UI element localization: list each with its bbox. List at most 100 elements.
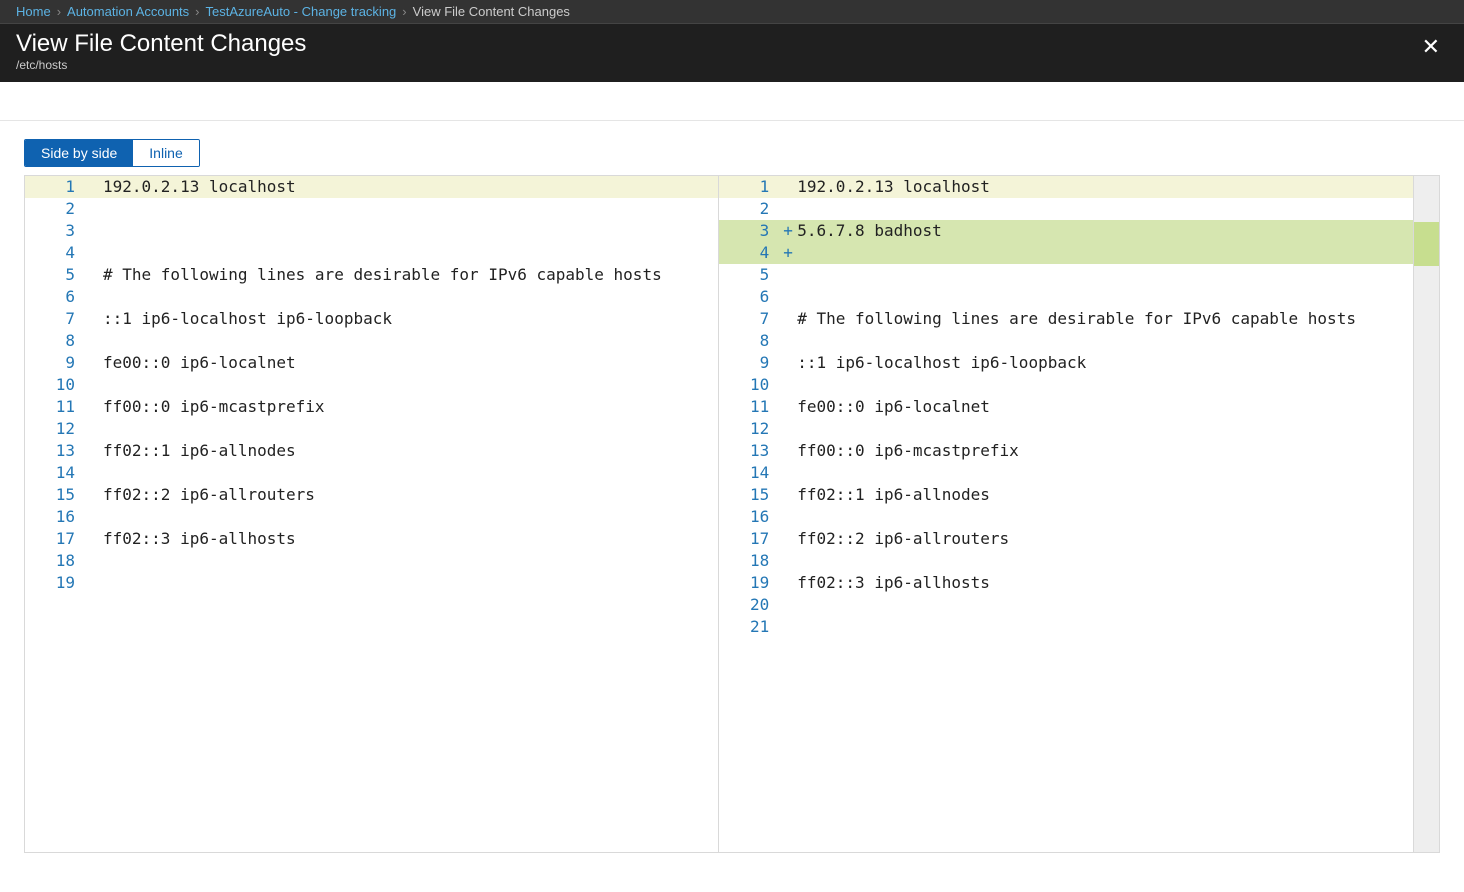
line-content: ff00::0 ip6-mcastprefix xyxy=(103,396,718,418)
breadcrumb-sep-icon: › xyxy=(195,4,199,19)
page-title: View File Content Changes xyxy=(16,30,306,58)
title-bar: View File Content Changes /etc/hosts ✕ xyxy=(0,24,1464,82)
diff-line: 2 xyxy=(719,198,1412,220)
diff-line: 1 192.0.2.13 localhost xyxy=(719,176,1412,198)
diff-line: 13 ff02::1 ip6-allnodes xyxy=(25,440,718,462)
diff-line: 11 fe00::0 ip6-localnet xyxy=(719,396,1412,418)
breadcrumb-resource[interactable]: TestAzureAuto - Change tracking xyxy=(206,4,397,19)
line-number: 19 xyxy=(25,572,89,594)
diff-line: 10 xyxy=(25,374,718,396)
diff-line: 4+ xyxy=(719,242,1412,264)
diff-line: 7 # The following lines are desirable for… xyxy=(719,308,1412,330)
line-number: 8 xyxy=(719,330,783,352)
line-content: ff02::2 ip6-allrouters xyxy=(797,528,1412,550)
diff-line: 5 # The following lines are desirable for… xyxy=(25,264,718,286)
line-content: ::1 ip6-localhost ip6-loopback xyxy=(797,352,1412,374)
diff-line: 8 xyxy=(25,330,718,352)
line-number: 3 xyxy=(25,220,89,242)
diff-line: 21 xyxy=(719,616,1412,638)
line-number: 9 xyxy=(719,352,783,374)
overview-change-mark xyxy=(1414,222,1440,266)
line-content: 192.0.2.13 localhost xyxy=(103,176,718,198)
diff-line: 9::1 ip6-localhost ip6-loopback xyxy=(719,352,1412,374)
diff-line: 20 xyxy=(719,594,1412,616)
line-number: 9 xyxy=(25,352,89,374)
line-content: ff02::1 ip6-allnodes xyxy=(797,484,1412,506)
diff-line: 6 xyxy=(719,286,1412,308)
diff-line: 4 xyxy=(25,242,718,264)
diff-line: 18 xyxy=(719,550,1412,572)
line-content: 192.0.2.13 localhost xyxy=(797,176,1412,198)
diff-line: 12 xyxy=(25,418,718,440)
tab-inline[interactable]: Inline xyxy=(133,140,198,166)
line-number: 10 xyxy=(719,374,783,396)
diff-line: 13 ff00::0 ip6-mcastprefix xyxy=(719,440,1412,462)
line-number: 16 xyxy=(25,506,89,528)
line-content: fe00::0 ip6-localnet xyxy=(797,396,1412,418)
line-number: 11 xyxy=(25,396,89,418)
diff-line: 17ff02::3 ip6-allhosts xyxy=(25,528,718,550)
diff-line: 3+5.6.7.8 badhost xyxy=(719,220,1412,242)
line-number: 13 xyxy=(719,440,783,462)
line-number: 13 xyxy=(25,440,89,462)
line-number: 15 xyxy=(719,484,783,506)
line-number: 14 xyxy=(25,462,89,484)
line-number: 17 xyxy=(25,528,89,550)
line-content: ff02::3 ip6-allhosts xyxy=(797,572,1412,594)
line-content: # The following lines are desirable for … xyxy=(797,308,1412,330)
line-number: 16 xyxy=(719,506,783,528)
line-content: ff02::1 ip6-allnodes xyxy=(103,440,718,462)
view-switch: Side by side Inline xyxy=(24,139,200,167)
line-number: 14 xyxy=(719,462,783,484)
diff-line: 15ff02::2 ip6-allrouters xyxy=(25,484,718,506)
line-number: 10 xyxy=(25,374,89,396)
line-number: 2 xyxy=(25,198,89,220)
breadcrumb-automation[interactable]: Automation Accounts xyxy=(67,4,189,19)
line-number: 18 xyxy=(719,550,783,572)
line-number: 4 xyxy=(25,242,89,264)
diff-viewer: 1192.0.2.13 localhost2345# The following… xyxy=(24,175,1440,853)
diff-line: 2 xyxy=(25,198,718,220)
diff-line: 7::1 ip6-localhost ip6-loopback xyxy=(25,308,718,330)
change-marker: + xyxy=(783,242,797,264)
line-content: # The following lines are desirable for … xyxy=(103,264,718,286)
line-content: fe00::0 ip6-localnet xyxy=(103,352,718,374)
line-number: 12 xyxy=(719,418,783,440)
tab-side-by-side[interactable]: Side by side xyxy=(25,140,133,166)
overview-ruler[interactable] xyxy=(1413,176,1440,852)
diff-line: 5 xyxy=(719,264,1412,286)
breadcrumb-current: View File Content Changes xyxy=(413,4,570,19)
line-number: 11 xyxy=(719,396,783,418)
header-area: Home › Automation Accounts › TestAzureAu… xyxy=(0,0,1464,82)
diff-line: 1 192.0.2.13 localhost xyxy=(25,176,718,198)
line-number: 2 xyxy=(719,198,783,220)
line-number: 21 xyxy=(719,616,783,638)
diff-pane-modified[interactable]: 1 192.0.2.13 localhost 23+5.6.7.8 badhost4… xyxy=(719,176,1412,852)
diff-line: 15 ff02::1 ip6-allnodes xyxy=(719,484,1412,506)
diff-line: 9 fe00::0 ip6-localnet xyxy=(25,352,718,374)
change-marker: + xyxy=(783,220,797,242)
line-number: 1 xyxy=(719,176,783,198)
diff-line: 10 xyxy=(719,374,1412,396)
line-number: 5 xyxy=(25,264,89,286)
line-number: 19 xyxy=(719,572,783,594)
line-number: 18 xyxy=(25,550,89,572)
diff-line: 3 xyxy=(25,220,718,242)
line-number: 7 xyxy=(25,308,89,330)
line-content: 5.6.7.8 badhost xyxy=(797,220,1412,242)
diff-line: 18 xyxy=(25,550,718,572)
diff-line: 19 xyxy=(25,572,718,594)
line-number: 4 xyxy=(719,242,783,264)
diff-line: 14 xyxy=(719,462,1412,484)
line-number: 1 xyxy=(25,176,89,198)
diff-pane-original[interactable]: 1 192.0.2.13 localhost 2345 # The following… xyxy=(25,176,719,852)
close-icon[interactable]: ✕ xyxy=(1414,30,1448,64)
diff-line: 6 xyxy=(25,286,718,308)
breadcrumb-home[interactable]: Home xyxy=(16,4,51,19)
diff-line: 16 xyxy=(719,506,1412,528)
line-content: ff00::0 ip6-mcastprefix xyxy=(797,440,1412,462)
diff-line: 12 xyxy=(719,418,1412,440)
line-number: 8 xyxy=(25,330,89,352)
line-number: 7 xyxy=(719,308,783,330)
line-number: 12 xyxy=(25,418,89,440)
